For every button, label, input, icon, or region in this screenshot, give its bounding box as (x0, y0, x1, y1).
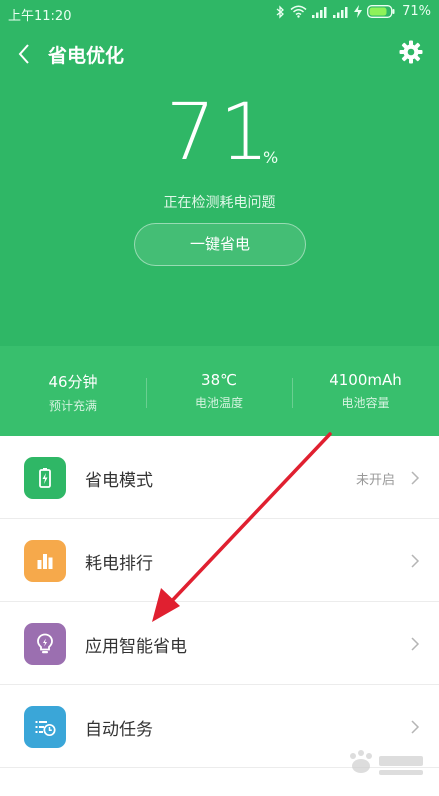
page-title: 省电优化 (48, 45, 125, 67)
stat-value: 38℃ (201, 371, 237, 389)
chevron-right-icon (411, 554, 420, 568)
menu-item-label: 省电模式 (85, 471, 153, 491)
title-bar: 省电优化 (0, 34, 439, 74)
stat-capacity: 4100mAh 电池容量 (292, 371, 439, 411)
back-arrow-icon[interactable] (14, 42, 36, 66)
menu-item-label: 应用智能省电 (85, 637, 187, 657)
percent-unit: % (263, 148, 279, 167)
signal-icon (333, 6, 348, 18)
lightbulb-icon (24, 623, 66, 665)
status-time: 上午11:20 (8, 9, 72, 24)
detection-status: 正在检测耗电问题 (163, 195, 276, 211)
chevron-right-icon (411, 720, 420, 734)
battery-stats: 46分钟 预计充满 38℃ 电池温度 4100mAh 电池容量 (0, 346, 439, 436)
status-icons: 71% (276, 4, 431, 19)
stat-temperature: 38℃ 电池温度 (146, 371, 292, 411)
stat-charge-time: 46分钟 预计充满 (0, 371, 146, 414)
power-options-list: 省电模式 未开启 耗电排行 应用智能省电 自动任务 (0, 436, 439, 768)
bar-chart-icon (24, 540, 66, 582)
menu-item-label: 耗电排行 (85, 554, 153, 574)
status-battery-percent: 71% (402, 4, 431, 19)
menu-item-label: 自动任务 (85, 720, 153, 740)
menu-item-power-saving-mode[interactable]: 省电模式 未开启 (0, 436, 439, 519)
menu-item-power-ranking[interactable]: 耗电排行 (0, 519, 439, 602)
bluetooth-icon (276, 4, 285, 19)
menu-item-status: 未开启 (355, 473, 395, 488)
scheduled-task-icon (24, 706, 66, 748)
status-bar: 上午11:20 71% (0, 0, 439, 26)
stat-label: 电池容量 (341, 396, 390, 410)
battery-percentage: 71 (165, 88, 274, 178)
battery-mode-icon (24, 457, 66, 499)
battery-icon (367, 5, 395, 18)
stat-value: 4100mAh (329, 371, 402, 389)
battery-hero-panel: 上午11:20 71% 省电优化 71 % 正在检测耗电问题 一键省电 (0, 0, 439, 346)
menu-item-app-smart-saving[interactable]: 应用智能省电 (0, 602, 439, 685)
signal-icon (312, 6, 327, 18)
stat-label: 电池温度 (194, 396, 243, 410)
gear-icon[interactable] (399, 40, 423, 64)
one-click-save-button[interactable]: 一键省电 (134, 223, 306, 266)
wifi-icon (290, 5, 307, 18)
watermark-logo (350, 750, 423, 775)
chevron-right-icon (411, 637, 420, 651)
stat-value: 46分钟 (48, 373, 98, 391)
chevron-right-icon (411, 471, 420, 485)
charging-icon (354, 5, 363, 18)
stat-label: 预计充满 (48, 399, 97, 413)
